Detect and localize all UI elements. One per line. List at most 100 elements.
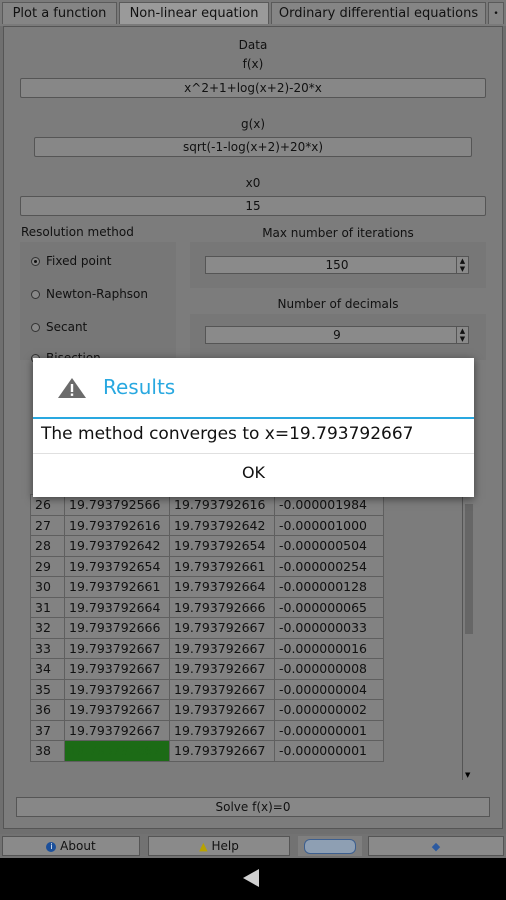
x0-input[interactable]: 15 [20, 196, 486, 216]
fx-cell: -0.000000002 [274, 699, 384, 721]
gx-cell: 19.793792642 [169, 514, 275, 536]
dialog-message: The method converges to x=19.793792667 [41, 424, 414, 444]
help-label: Help [211, 839, 239, 853]
gx-cell: 19.793792661 [169, 555, 275, 577]
x-cell: 19.793792667 [64, 740, 170, 762]
tab-overflow-more[interactable]: • [488, 2, 504, 24]
dialog-divider [33, 417, 474, 419]
fx-cell: -0.000000001 [274, 719, 384, 741]
about-button[interactable]: i About [2, 836, 140, 856]
iterations-table-body: 26 19.793792566 19.793792616 -0.000001984 27… [30, 494, 384, 762]
fx-cell: -0.000000128 [274, 576, 384, 598]
radio-icon [31, 323, 40, 332]
fx-cell: -0.000000504 [274, 535, 384, 557]
decimals-value: 9 [333, 328, 341, 342]
radio-secant[interactable]: Secant [31, 320, 87, 334]
tab-non-linear-equation[interactable]: Non-linear equation [119, 2, 269, 24]
max-iterations-spinner[interactable]: 150 ▲ ▼ [205, 256, 469, 274]
table-row: 34 19.793792667 19.793792667 -0.000000008 [30, 658, 384, 680]
solve-button[interactable]: Solve f(x)=0 [16, 797, 490, 817]
results-dialog: Results The method converges to x=19.793… [33, 358, 474, 497]
x0-label: x0 [245, 176, 261, 190]
radio-newton-raphson[interactable]: Newton-Raphson [31, 287, 148, 301]
logo-image [298, 836, 362, 856]
gx-cell: 19.793792667 [169, 617, 275, 639]
iteration-cell: 34 [30, 658, 65, 680]
bottom-toolbar: i About ▲ Help ◆ [0, 834, 506, 858]
iteration-cell: 33 [30, 637, 65, 659]
fx-cell: -0.000000065 [274, 596, 384, 618]
tab-plot-function[interactable]: Plot a function [2, 2, 117, 24]
gx-cell: 19.793792664 [169, 576, 275, 598]
method-label: Secant [46, 320, 88, 334]
gx-label: g(x) [240, 117, 266, 131]
x-cell: 19.793792642 [64, 535, 170, 557]
warning-icon [58, 378, 86, 398]
gx-cell: 19.793792667 [169, 678, 275, 700]
gx-cell: 19.793792654 [169, 535, 275, 557]
table-row: 37 19.793792667 19.793792667 -0.000000001 [30, 719, 384, 741]
table-row: 35 19.793792667 19.793792667 -0.000000004 [30, 678, 384, 700]
gx-cell: 19.793792667 [169, 719, 275, 741]
scroll-down-icon[interactable]: ▼ [465, 771, 470, 779]
x-cell: 19.793792566 [64, 494, 170, 516]
x-cell: 19.793792661 [64, 576, 170, 598]
help-button[interactable]: ▲ Help [148, 836, 290, 856]
back-icon[interactable] [243, 869, 259, 887]
table-row: 32 19.793792666 19.793792667 -0.000000033 [30, 617, 384, 639]
x-cell: 19.793792667 [64, 637, 170, 659]
radio-fixed-point[interactable]: Fixed point [31, 254, 112, 268]
fx-input[interactable]: x^2+1+log(x+2)-20*x [20, 78, 486, 98]
ok-button[interactable]: OK [33, 454, 474, 497]
iteration-cell: 35 [30, 678, 65, 700]
fx-cell: -0.000000008 [274, 658, 384, 680]
table-row: 31 19.793792664 19.793792666 -0.000000065 [30, 596, 384, 618]
resolution-method-label: Resolution method [21, 225, 134, 239]
fx-cell: -0.000001984 [274, 494, 384, 516]
gx-cell: 19.793792667 [169, 658, 275, 680]
max-iterations-value: 150 [325, 258, 349, 272]
decimals-label: Number of decimals [277, 297, 399, 311]
info-icon: i [46, 841, 57, 852]
fx-cell: -0.000000004 [274, 678, 384, 700]
gx-cell: 19.793792667 [169, 740, 275, 762]
fx-cell: -0.000000254 [274, 555, 384, 577]
data-heading: Data [238, 38, 268, 52]
spinner-arrows-icon[interactable]: ▲ ▼ [456, 327, 468, 343]
about-label: About [60, 839, 96, 853]
gx-input[interactable]: sqrt(-1-log(x+2)+20*x) [34, 137, 472, 157]
iteration-cell: 30 [30, 576, 65, 598]
iteration-cell: 38 [30, 740, 65, 762]
method-label: Fixed point [46, 254, 112, 268]
gx-cell: 19.793792667 [169, 637, 275, 659]
table-row: 33 19.793792667 19.793792667 -0.000000016 [30, 637, 384, 659]
x-cell: 19.793792616 [64, 514, 170, 536]
tab-ode[interactable]: Ordinary differential equations [271, 2, 486, 24]
spinner-arrows-icon[interactable]: ▲ ▼ [456, 257, 468, 273]
fx-cell: -0.000000033 [274, 617, 384, 639]
x-cell: 19.793792666 [64, 617, 170, 639]
table-row: 30 19.793792661 19.793792664 -0.000000128 [30, 576, 384, 598]
fx-cell: -0.000000016 [274, 637, 384, 659]
x-cell: 19.793792654 [64, 555, 170, 577]
arrow-right-icon: ◆ [431, 840, 441, 853]
decimals-spinner[interactable]: 9 ▲ ▼ [205, 326, 469, 344]
x-cell: 19.793792667 [64, 719, 170, 741]
iteration-cell: 31 [30, 596, 65, 618]
tab-bar: Plot a function Non-linear equation Ordi… [0, 0, 506, 26]
iteration-cell: 29 [30, 555, 65, 577]
x-cell: 19.793792667 [64, 699, 170, 721]
iteration-cell: 36 [30, 699, 65, 721]
table-row: 27 19.793792616 19.793792642 -0.000001000 [30, 514, 384, 536]
next-button[interactable]: ◆ [368, 836, 504, 856]
table-scrollbar[interactable]: ▼ [462, 494, 475, 780]
table-row: 38 19.793792667 19.793792667 -0.000000001 [30, 740, 384, 762]
logo-icon [304, 839, 356, 854]
scrollbar-thumb[interactable] [465, 504, 473, 634]
x-cell: 19.793792664 [64, 596, 170, 618]
fx-cell: -0.000001000 [274, 514, 384, 536]
iteration-cell: 26 [30, 494, 65, 516]
app-window: Plot a function Non-linear equation Ordi… [0, 0, 506, 858]
x-cell: 19.793792667 [64, 678, 170, 700]
iteration-cell: 37 [30, 719, 65, 741]
